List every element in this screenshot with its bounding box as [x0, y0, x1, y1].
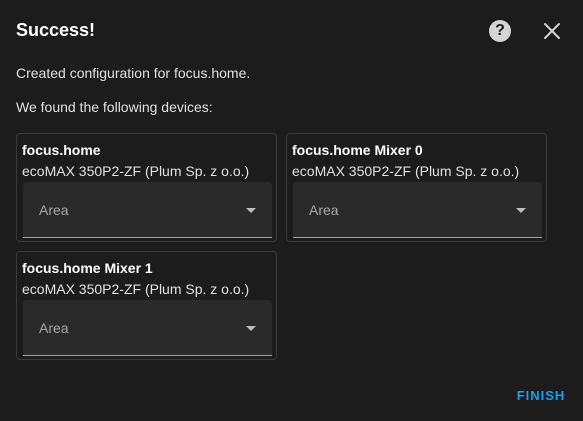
device-name: focus.home [22, 142, 101, 158]
chevron-down-icon [516, 208, 526, 213]
close-icon-glyph [544, 23, 560, 39]
area-select-label: Area [39, 202, 69, 218]
device-card-mixer-0: focus.home Mixer 0 ecoMAX 350P2-ZF (Plum… [286, 133, 547, 242]
dialog-title: Success! [16, 20, 96, 40]
finish-button[interactable]: FINISH [510, 383, 572, 409]
intro-text: Created configuration for focus.home. [16, 65, 251, 81]
area-select[interactable]: Area [293, 182, 542, 238]
device-model: ecoMAX 350P2-ZF (Plum Sp. z o.o.) [22, 281, 250, 297]
device-card-mixer-1: focus.home Mixer 1 ecoMAX 350P2-ZF (Plum… [16, 251, 277, 360]
area-select-label: Area [309, 202, 339, 218]
help-icon[interactable]: ? [489, 20, 511, 42]
device-name: focus.home Mixer 1 [22, 260, 153, 276]
area-select[interactable]: Area [23, 300, 272, 356]
chevron-down-icon [246, 208, 256, 213]
device-model: ecoMAX 350P2-ZF (Plum Sp. z o.o.) [292, 163, 520, 179]
chevron-down-icon [246, 326, 256, 331]
config-success-dialog: Success! ? Created configuration for foc… [0, 0, 583, 421]
device-card-focus-home: focus.home ecoMAX 350P2-ZF (Plum Sp. z o… [16, 133, 277, 242]
area-select[interactable]: Area [23, 182, 272, 238]
area-select-label: Area [39, 320, 69, 336]
device-model: ecoMAX 350P2-ZF (Plum Sp. z o.o.) [22, 163, 250, 179]
devices-heading: We found the following devices: [16, 99, 213, 115]
close-icon[interactable] [540, 19, 564, 43]
device-name: focus.home Mixer 0 [292, 142, 423, 158]
